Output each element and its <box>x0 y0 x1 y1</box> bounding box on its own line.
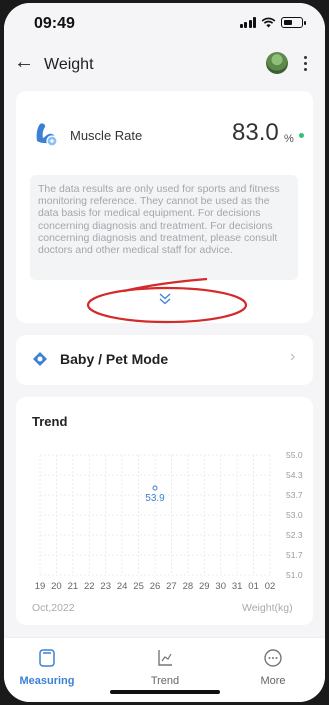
tab-measuring[interactable]: Measuring <box>12 648 82 689</box>
tab-more-label: More <box>260 675 286 687</box>
home-indicator <box>110 690 220 694</box>
status-indicator-dot <box>299 133 304 138</box>
x-tick-label: 23 <box>100 581 111 592</box>
y-tick-label: 53.0 <box>286 510 303 520</box>
back-arrow-icon[interactable]: ← <box>14 51 34 74</box>
trend-month: Oct,2022 <box>32 602 75 614</box>
y-tick-label: 54.3 <box>286 470 303 480</box>
baby-pet-mode-label: Baby / Pet Mode <box>60 351 169 367</box>
more-icon <box>264 649 282 667</box>
avatar[interactable] <box>266 52 288 74</box>
muscle-rate-label: Muscle Rate <box>70 128 143 143</box>
x-tick-label: 26 <box>150 581 161 592</box>
x-tick-label: 28 <box>183 581 194 592</box>
status-icons <box>239 17 306 28</box>
trend-unit: Weight(kg) <box>242 602 293 614</box>
signal-icon <box>239 17 256 28</box>
status-bar: 09:49 <box>4 3 325 43</box>
more-vertical-icon[interactable] <box>300 52 310 74</box>
muscle-rate-unit: % <box>284 133 294 145</box>
trend-chart: 19 20 21 22 23 24 25 26 27 28 29 30 31 01 02 55.0 54.3 53… <box>35 450 303 592</box>
x-tick-label: 02 <box>265 581 276 592</box>
x-tick-label: 30 <box>215 581 226 592</box>
muscle-rate-value: 83.0 <box>232 119 279 146</box>
expand-chevron-icon[interactable] <box>156 291 174 307</box>
y-tick-label: 51.7 <box>286 550 303 560</box>
wifi-icon <box>261 17 276 28</box>
y-tick-label: 53.7 <box>286 490 303 500</box>
data-point-label: 53.9 <box>145 493 165 504</box>
nav-bar: ← Weight <box>4 43 325 87</box>
tab-measuring-label: Measuring <box>19 675 75 687</box>
x-tick-label: 19 <box>35 581 46 592</box>
y-tick-label: 51.0 <box>286 570 303 580</box>
y-tick-label: 55.0 <box>286 450 303 460</box>
baby-pet-icon <box>33 352 47 366</box>
x-tick-label: 25 <box>133 581 144 592</box>
x-tick-label: 31 <box>232 581 243 592</box>
muscle-rate-card: Muscle Rate 83.0 % The data results are … <box>16 91 313 323</box>
status-time: 09:49 <box>34 15 75 32</box>
x-tick-label: 01 <box>248 581 259 592</box>
tab-trend-label: Trend <box>150 675 180 687</box>
data-point <box>152 485 158 491</box>
disclaimer-text: The data results are only used for sport… <box>30 175 298 280</box>
chevron-right-icon: › <box>290 348 296 365</box>
baby-pet-mode-row[interactable]: Baby / Pet Mode › <box>16 335 313 385</box>
x-tick-label: 27 <box>166 581 177 592</box>
x-tick-label: 22 <box>84 581 95 592</box>
trend-card: Trend 19 20 21 22 23 24 25 26 27 28 29 30 31 01 02 55.0… <box>16 397 313 625</box>
phone-screen: 09:49 ← Weight Muscle Rate 83.0 % The da… <box>4 3 325 702</box>
y-tick-label: 52.3 <box>286 530 303 540</box>
scale-icon <box>39 649 55 667</box>
x-tick-label: 21 <box>68 581 79 592</box>
tab-more[interactable]: More <box>238 648 308 689</box>
battery-icon <box>281 17 306 28</box>
x-tick-label: 20 <box>51 581 62 592</box>
page-title: Weight <box>44 56 94 73</box>
x-tick-label: 24 <box>117 581 128 592</box>
x-tick-label: 29 <box>199 581 210 592</box>
muscle-arm-icon <box>36 123 58 147</box>
trend-icon <box>158 650 172 666</box>
tab-trend[interactable]: Trend <box>130 648 200 689</box>
